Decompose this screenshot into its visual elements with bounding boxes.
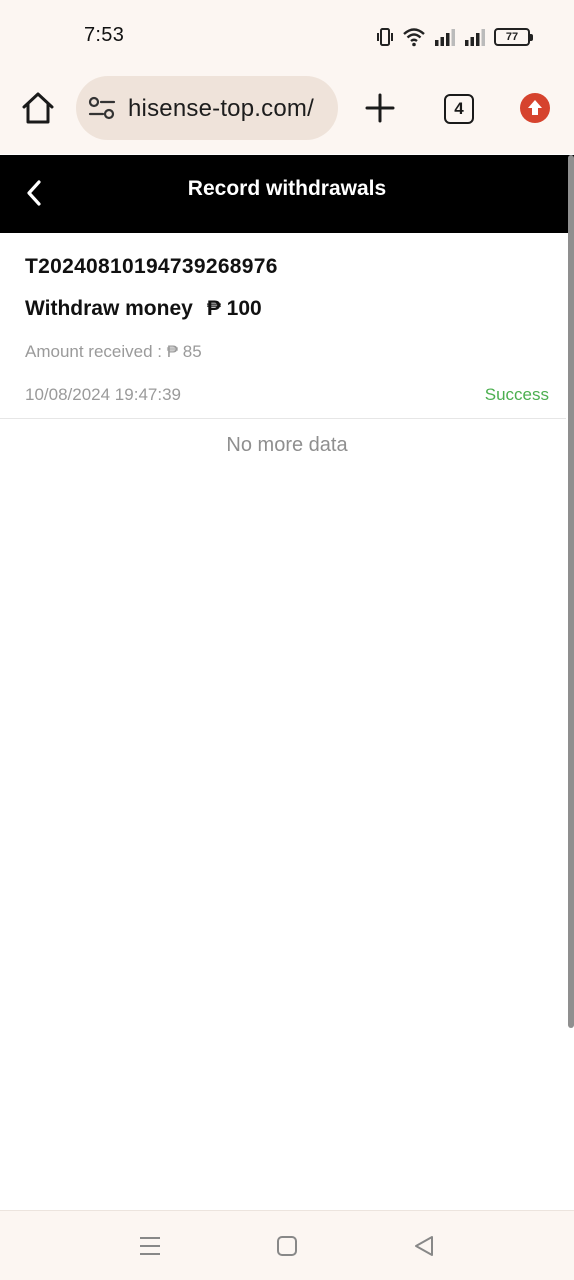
- triangle-back-icon[interactable]: [413, 1234, 435, 1258]
- status-bar: 7:53 77: [0, 0, 574, 72]
- list-item[interactable]: T20240810194739268976 Withdraw money ₱ 10…: [0, 233, 566, 419]
- withdraw-row: Withdraw money ₱ 100: [25, 297, 262, 321]
- tune-icon[interactable]: [88, 96, 116, 120]
- menu-icon[interactable]: [138, 1235, 162, 1257]
- battery-icon: 77: [494, 28, 533, 46]
- status-icons: 77: [376, 24, 533, 50]
- scrollbar[interactable]: [568, 155, 574, 1028]
- withdraw-label: Withdraw money: [25, 297, 193, 320]
- url-text[interactable]: hisense-top.com/: [128, 95, 314, 123]
- vibrate-icon: [377, 28, 393, 46]
- withdraw-amount: ₱ 100: [206, 297, 262, 320]
- record-datetime: 10/08/2024 19:47:39: [25, 385, 181, 404]
- wifi-icon: [403, 28, 425, 47]
- update-arrow-icon[interactable]: [520, 93, 550, 123]
- system-nav-bar: [0, 1210, 574, 1280]
- plus-icon[interactable]: [364, 92, 396, 124]
- status-badge: Success: [484, 385, 549, 404]
- order-id: T20240810194739268976: [25, 255, 278, 278]
- battery-level: 77: [505, 31, 519, 43]
- status-time: 7:53: [84, 24, 125, 46]
- list-footer: No more data: [226, 434, 348, 456]
- signal-icon: [435, 29, 455, 46]
- page-title: Record withdrawals: [187, 177, 387, 200]
- tab-count: 4: [454, 99, 464, 118]
- home-icon[interactable]: [20, 90, 56, 126]
- browser-toolbar: hisense-top.com/ 4: [0, 72, 574, 154]
- tabs-icon[interactable]: 4: [444, 94, 474, 124]
- address-bar[interactable]: hisense-top.com/: [76, 76, 338, 140]
- square-home-icon[interactable]: [276, 1235, 298, 1257]
- signal-icon: [465, 29, 485, 46]
- page-header: Record withdrawals: [0, 155, 574, 233]
- amount-received: Amount received : ₱ 85: [25, 342, 202, 361]
